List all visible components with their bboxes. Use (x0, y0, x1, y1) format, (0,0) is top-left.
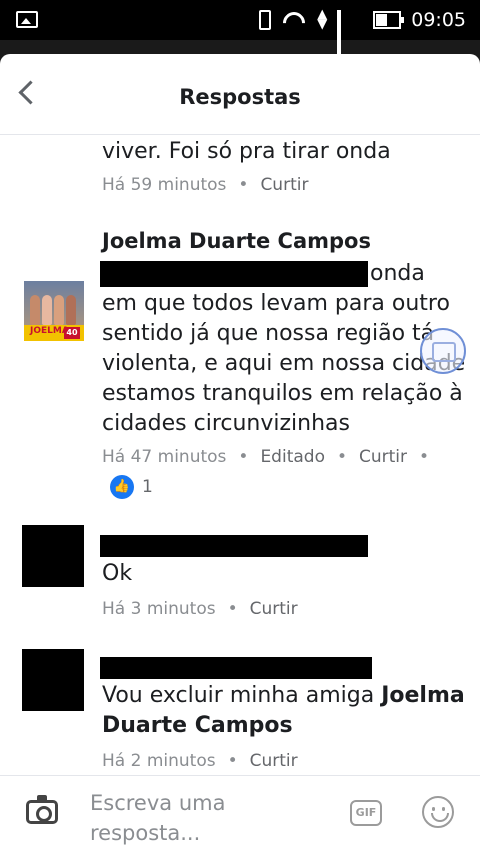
avatar-badge: 40 (64, 327, 80, 339)
like-count[interactable]: 1 (142, 477, 153, 497)
comment-meta: Há 2 minutos • Curtir (102, 751, 298, 771)
like-link[interactable]: Curtir (359, 447, 407, 467)
comment-time: Há 3 minutos (102, 599, 216, 619)
comment-meta: Há 3 minutos • Curtir (102, 599, 298, 619)
reply-input[interactable]: Escreva uma resposta... (90, 788, 330, 848)
emoji-icon[interactable] (422, 796, 454, 828)
comment-text: estamos tranquilos em relação à (102, 381, 463, 406)
avatar-label: JOELMA (30, 326, 69, 336)
floating-bubble-icon[interactable] (420, 328, 466, 374)
vibrate-icon (259, 10, 272, 30)
mention-link[interactable]: Joelma (381, 683, 465, 708)
comment-time: Há 47 minutos (102, 447, 227, 467)
comment-text: onda (370, 261, 425, 286)
mention-link[interactable]: Duarte Campos (102, 711, 293, 741)
status-bar: ▲ ▼ 09:05 (0, 0, 480, 58)
avatar[interactable] (22, 649, 84, 711)
camera-icon[interactable] (26, 795, 58, 824)
comment-author[interactable]: Joelma Duarte Campos (102, 229, 371, 253)
status-time: 09:05 (411, 9, 466, 31)
gallery-icon (16, 11, 38, 28)
comment-text: viver. Foi só pra tirar onda (102, 139, 391, 164)
signal-icon (337, 10, 363, 58)
redaction-bar (100, 261, 368, 287)
comment-text: Vou excluir minha amiga Joelma (102, 683, 465, 708)
like-link[interactable]: Curtir (250, 751, 298, 771)
comment-text: Ok (102, 561, 133, 586)
comment-meta: Há 59 minutos • Curtir (102, 175, 309, 195)
comment-list[interactable]: viver. Foi só pra tirar onda Há 59 minut… (0, 135, 480, 775)
battery-icon (373, 11, 405, 29)
edited-label[interactable]: Editado (260, 447, 325, 467)
redaction-bar (100, 535, 368, 557)
gif-button[interactable]: GIF (350, 800, 382, 826)
redaction-bar (100, 657, 372, 679)
thumbs-up-icon: 👍 (110, 475, 134, 499)
comment-text: cidades circunvizinhas (102, 411, 350, 436)
like-link[interactable]: Curtir (260, 175, 308, 195)
comment-time: Há 2 minutos (102, 751, 216, 771)
page-title: Respostas (179, 85, 301, 109)
replies-sheet: Respostas viver. Foi só pra tirar onda H… (0, 54, 480, 854)
avatar[interactable] (22, 525, 84, 587)
data-arrows-icon: ▲ ▼ (317, 7, 328, 32)
comment-meta: Há 47 minutos • Editado • Curtir • (102, 447, 430, 467)
reply-composer: Escreva uma resposta... GIF (0, 775, 480, 854)
comment-text: violenta, e aqui em nossa cidade (102, 351, 466, 376)
avatar[interactable]: JOELMA 40 (24, 281, 84, 341)
wifi-icon (281, 10, 307, 30)
like-link[interactable]: Curtir (250, 599, 298, 619)
comment-text: em que todos levam para outro (102, 291, 450, 316)
comment-text: sentido já que nossa região tá (102, 321, 435, 346)
header: Respostas (0, 54, 480, 135)
comment-time: Há 59 minutos (102, 175, 227, 195)
